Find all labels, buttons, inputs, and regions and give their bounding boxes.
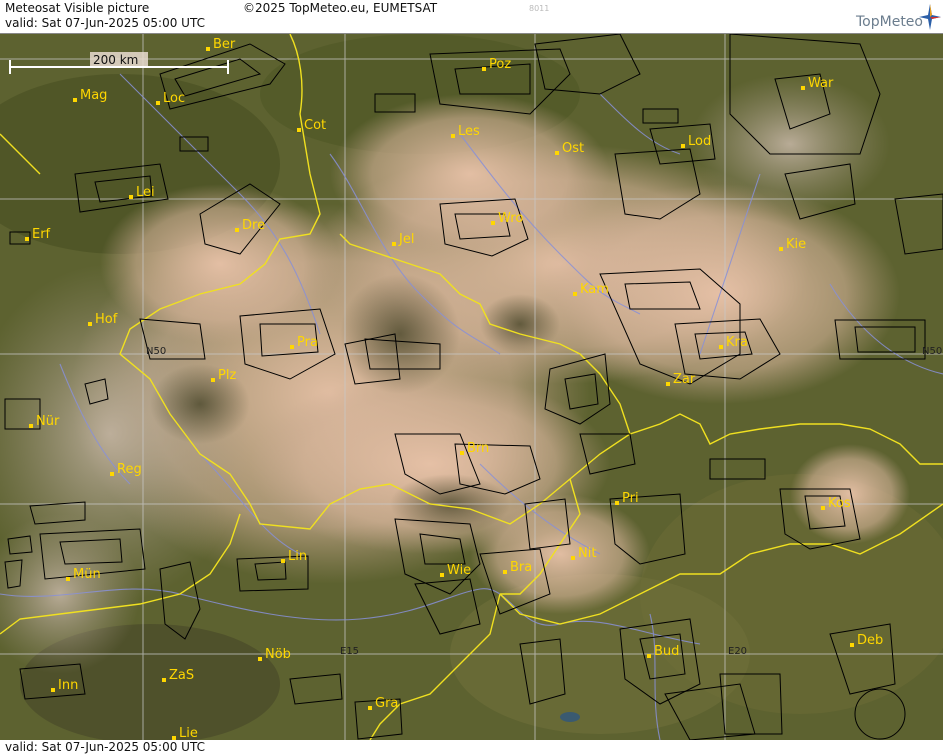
city-label: Gra (375, 696, 398, 711)
city-dot (29, 424, 33, 428)
city-label: Erf (32, 227, 51, 242)
city-label: Bud (654, 644, 679, 659)
city-label: Ost (562, 141, 584, 156)
lake-balaton (560, 712, 580, 722)
city-dot (719, 345, 723, 349)
city-dot (66, 577, 70, 581)
city-dot (258, 657, 262, 661)
city-label: Pri (622, 491, 639, 506)
city-dot (451, 134, 455, 138)
city-dot (290, 345, 294, 349)
city-label: Dre (242, 218, 265, 233)
city-label: Jel (398, 232, 414, 247)
satellite-viewer: Meteosat Visible picture valid: Sat 07-J… (0, 0, 943, 754)
city-dot (491, 221, 495, 225)
city-dot (615, 501, 619, 505)
city-dot (555, 151, 559, 155)
city-label: Plz (218, 368, 236, 383)
footer-valid-time: valid: Sat 07-Jun-2025 05:00 UTC (5, 740, 205, 754)
city-dot (666, 382, 670, 386)
city-label: Nöb (265, 647, 291, 662)
city-dot (129, 195, 133, 199)
city-label: Lei (136, 185, 155, 200)
lon-label-e15: E15 (340, 646, 359, 657)
city-label: Ber (213, 37, 236, 52)
city-dot (571, 556, 575, 560)
city-dot (850, 643, 854, 647)
lon-label-e20: E20 (728, 646, 747, 657)
city-dot (460, 451, 464, 455)
city-label: Kos (828, 496, 851, 511)
city-dot (110, 472, 114, 476)
city-label: Hof (95, 312, 118, 327)
lat-label-west: N50 (146, 346, 166, 357)
city-dot (73, 98, 77, 102)
city-dot (206, 47, 210, 51)
city-dot (440, 573, 444, 577)
lat-label-east: N50 (922, 346, 942, 357)
city-dot (392, 242, 396, 246)
city-label: Reg (117, 462, 142, 477)
city-dot (281, 559, 285, 563)
valid-time: valid: Sat 07-Jun-2025 05:00 UTC (5, 16, 205, 30)
city-label: Nür (36, 414, 60, 429)
city-label: Les (458, 124, 480, 139)
city-label: Bra (510, 560, 532, 575)
city-label: Brn (467, 441, 489, 456)
city-dot (156, 101, 160, 105)
picture-title: Meteosat Visible picture (5, 1, 150, 15)
city-dot (235, 228, 239, 232)
city-dot (573, 292, 577, 296)
image-code: 8011 (529, 4, 550, 13)
city-dot (801, 86, 805, 90)
city-label: Nit (578, 546, 596, 561)
compass-star-icon (919, 4, 941, 30)
city-label: Poz (489, 57, 511, 72)
city-label: Mün (73, 567, 101, 582)
city-label: Lin (288, 549, 307, 564)
city-dot (779, 247, 783, 251)
city-dot (51, 688, 55, 692)
city-label: Wro (498, 211, 523, 226)
city-label: Inn (58, 678, 78, 693)
copyright: ©2025 TopMeteo.eu, EUMETSAT (243, 1, 438, 15)
city-label: War (808, 76, 834, 91)
city-label: Wie (447, 563, 471, 578)
city-dot (162, 678, 166, 682)
city-label: Kra (726, 335, 748, 350)
scale-label: 200 km (93, 53, 138, 67)
city-dot (211, 378, 215, 382)
header-bar: Meteosat Visible picture valid: Sat 07-J… (0, 0, 943, 34)
city-label: Cot (304, 118, 326, 133)
footer-bar: valid: Sat 07-Jun-2025 05:00 UTC (0, 740, 943, 754)
city-label: Lie (179, 726, 198, 740)
city-dot (503, 570, 507, 574)
city-label: Loc (163, 91, 185, 106)
city-label: Kam (580, 282, 609, 297)
city-dot (821, 506, 825, 510)
city-dot (368, 706, 372, 710)
city-label: Mag (80, 88, 107, 103)
city-dot (88, 322, 92, 326)
topmeteo-logo[interactable]: TopMeteo (856, 14, 923, 30)
city-dot (297, 128, 301, 132)
city-label: Deb (857, 633, 883, 648)
city-dot (482, 67, 486, 71)
city-label: ZaS (169, 668, 194, 683)
city-label: Kie (786, 237, 806, 252)
city-dot (681, 144, 685, 148)
city-label: Pra (297, 335, 318, 350)
city-dot (647, 654, 651, 658)
city-label: Lod (688, 134, 711, 149)
city-dot (25, 237, 29, 241)
city-label: Zar (673, 372, 696, 387)
satellite-map[interactable]: 200 km N50 N50 E15 E20 Ber Poz War Mag Loc Co… (0, 34, 943, 740)
